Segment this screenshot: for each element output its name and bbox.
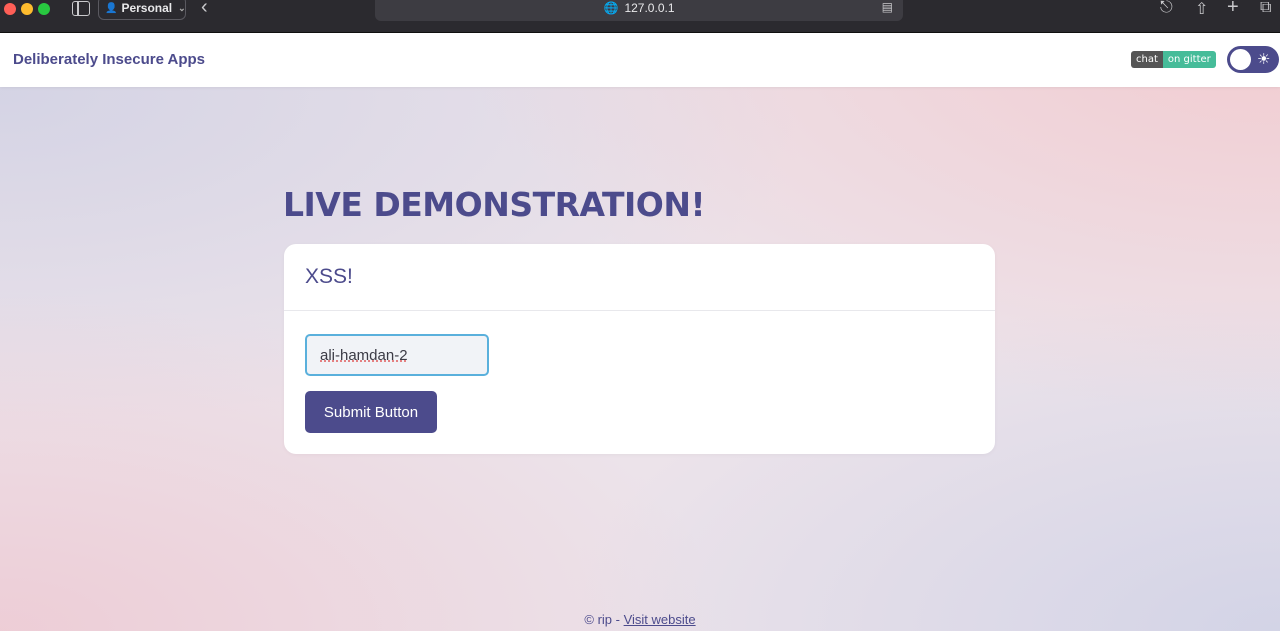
download-icon[interactable]: ⎋ bbox=[1160, 0, 1173, 17]
sidebar-toggle-icon[interactable] bbox=[72, 1, 90, 16]
brand-link[interactable]: Deliberately Insecure Apps bbox=[13, 51, 205, 68]
navbar: Deliberately Insecure Apps chat on gitte… bbox=[0, 33, 1280, 87]
profile-switcher[interactable]: 👤 Personal ⌄ bbox=[98, 0, 186, 20]
back-arrow-icon[interactable]: ‹ bbox=[201, 0, 208, 17]
new-tab-icon[interactable]: + bbox=[1227, 0, 1239, 19]
gitter-badge[interactable]: chat on gitter bbox=[1131, 51, 1216, 68]
page-body: Deliberately Insecure Apps chat on gitte… bbox=[0, 33, 1280, 631]
xss-card: XSS! Submit Button bbox=[284, 244, 995, 454]
reader-icon[interactable]: ▤ bbox=[882, 0, 893, 14]
theme-toggle[interactable]: ☀ bbox=[1227, 46, 1279, 73]
gitter-badge-left: chat bbox=[1131, 51, 1163, 68]
close-window-button[interactable] bbox=[4, 3, 16, 15]
maximize-window-button[interactable] bbox=[38, 3, 50, 15]
card-title: XSS! bbox=[284, 244, 995, 311]
globe-icon: 🌐 bbox=[603, 0, 619, 15]
address-bar[interactable]: 🌐 127.0.0.1 ▤ bbox=[375, 0, 903, 21]
profile-label: Personal bbox=[121, 1, 173, 15]
footer-copyright: © rip - bbox=[584, 612, 624, 627]
browser-toolbar: 👤 Personal ⌄ ‹ 🌐 127.0.0.1 ▤ ⎋ ⇧ + ⧉ bbox=[0, 0, 1280, 33]
tab-overview-icon[interactable]: ⧉ bbox=[1260, 0, 1271, 17]
footer: © rip - Visit website bbox=[0, 612, 1280, 627]
page-title: LIVE DEMONSTRATION! bbox=[283, 185, 706, 224]
name-input[interactable] bbox=[305, 334, 489, 376]
sun-icon: ☀ bbox=[1257, 51, 1271, 68]
share-icon[interactable]: ⇧ bbox=[1195, 0, 1208, 19]
visit-website-link[interactable]: Visit website bbox=[624, 612, 696, 627]
chevron-down-icon: ⌄ bbox=[178, 2, 186, 13]
gitter-badge-right: on gitter bbox=[1162, 51, 1216, 68]
toggle-knob bbox=[1230, 49, 1251, 70]
person-icon: 👤 bbox=[105, 2, 118, 14]
minimize-window-button[interactable] bbox=[21, 3, 33, 15]
url-text: 127.0.0.1 bbox=[624, 0, 675, 15]
submit-button[interactable]: Submit Button bbox=[305, 391, 437, 433]
